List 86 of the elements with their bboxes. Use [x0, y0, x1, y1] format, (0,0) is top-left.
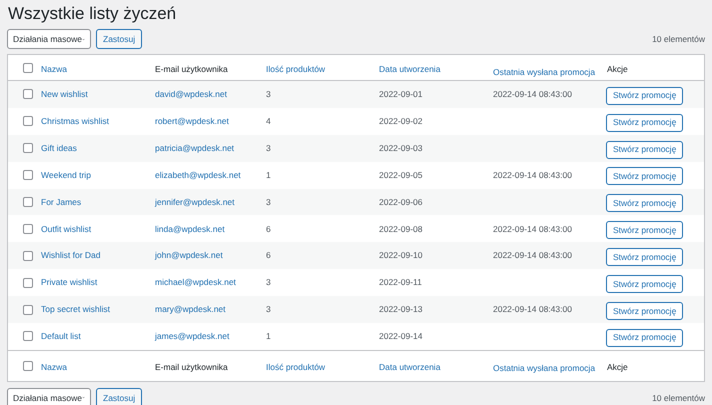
table-cell-text: 3 [265, 196, 272, 208]
create-promotion-button[interactable]: Stwórz promocję [606, 167, 684, 186]
checkbox[interactable] [22, 331, 32, 342]
email-link[interactable]: linda@wpdesk.net [154, 222, 265, 236]
bulk-actions-dropdown[interactable]: Działania masowe [7, 388, 91, 405]
email-link[interactable]: jennifer@wpdesk.net [154, 196, 265, 208]
email-link[interactable]: mary@wpdesk.net [154, 303, 265, 316]
checkbox[interactable] [22, 143, 32, 154]
table-cell-text: 3 [265, 142, 272, 155]
wishlist-link[interactable]: For James [40, 196, 154, 208]
wishlist-link[interactable]: New wishlist [40, 88, 154, 101]
table-cell-text: 2022-09-01 [378, 88, 424, 101]
table-cell-text: 2022-09-02 [378, 114, 424, 128]
apply-button[interactable]: Zastosuj [96, 388, 142, 405]
email-link[interactable]: elizabeth@wpdesk.net [154, 168, 265, 182]
table-cell-text: 2022-09-13 [378, 303, 424, 316]
checkbox[interactable] [22, 170, 32, 180]
table-cell-text: 2022-09-10 [378, 249, 424, 262]
checkbox[interactable] [22, 62, 32, 72]
column-sort-link[interactable]: Ilość produktów [265, 362, 326, 372]
table-cell-text: 6 [265, 249, 272, 262]
create-promotion-button[interactable]: Stwórz promocję [606, 86, 684, 105]
email-link[interactable]: james@wpdesk.net [154, 330, 265, 343]
checkbox[interactable] [22, 250, 32, 261]
table-cell-text: 2022-09-11 [378, 276, 423, 290]
table-cell: 2022-09-14 08:43:00 [493, 304, 572, 314]
checkbox[interactable] [22, 116, 32, 126]
column-header: Akcje [606, 362, 629, 372]
table-cell-text: 3 [265, 276, 272, 290]
email-link[interactable]: robert@wpdesk.net [154, 114, 265, 128]
column-header: E-mail użytkownika [154, 362, 229, 372]
create-promotion-button[interactable]: Stwórz promocję [606, 221, 684, 240]
table-cell-text: 6 [265, 222, 272, 236]
wishlist-link[interactable]: Private wishlist [40, 276, 154, 290]
apply-button[interactable]: Zastosuj [96, 29, 142, 49]
table-cell: 2022-09-14 08:43:00 [493, 89, 572, 100]
table-cell: 2022-09-14 08:43:00 [493, 224, 572, 234]
table-cell-text: 2022-09-08 [378, 222, 424, 236]
bulk-actions-dropdown[interactable]: Działania masowe [7, 29, 91, 49]
column-header: Akcje [606, 64, 629, 74]
item-count: 10 elementów [652, 32, 705, 46]
table-cell: 2022-09-14 08:43:00 [493, 170, 572, 180]
wishlist-link[interactable]: Top secret wishlist [40, 303, 154, 316]
wishlist-link[interactable]: Wishlist for Dad [40, 249, 154, 262]
table-cell: 2022-09-14 08:43:00 [493, 250, 572, 260]
table-cell-text: 2022-09-05 [378, 168, 424, 182]
checkbox[interactable] [22, 224, 32, 234]
create-promotion-button[interactable]: Stwórz promocję [606, 275, 684, 294]
column-sort-link[interactable]: Nazwa [40, 362, 68, 372]
email-link[interactable]: john@wpdesk.net [154, 249, 265, 262]
wishlist-link[interactable]: Gift ideas [40, 142, 154, 155]
column-sort-link[interactable]: Ostatnia wysłana promocja [492, 362, 596, 373]
checkbox[interactable] [22, 278, 32, 288]
table-cell-text: 1 [265, 168, 272, 182]
email-link[interactable]: michael@wpdesk.net [154, 276, 265, 290]
column-header: E-mail użytkownika [154, 64, 229, 74]
table-cell-text: 2022-09-14 [378, 330, 424, 343]
item-count: 10 elementów [652, 392, 705, 404]
table-cell-text: 2022-09-06 [378, 196, 424, 208]
create-promotion-button[interactable]: Stwórz promocję [606, 140, 684, 159]
table-cell-text: 2022-09-03 [378, 142, 424, 155]
column-sort-link[interactable]: Nazwa [40, 64, 68, 74]
column-sort-link[interactable]: Ilość produktów [265, 64, 326, 74]
create-promotion-button[interactable]: Stwórz promocję [606, 194, 684, 212]
column-sort-link[interactable]: Data utworzenia [378, 64, 442, 74]
table-cell-text: 3 [265, 88, 272, 101]
checkbox[interactable] [22, 197, 32, 207]
wishlist-link[interactable]: Christmas wishlist [40, 114, 154, 128]
column-sort-link[interactable]: Ostatnia wysłana promocja [492, 67, 596, 77]
table-cell-text: 1 [265, 330, 272, 343]
wishlist-link[interactable]: Weekend trip [40, 168, 154, 182]
checkbox[interactable] [22, 89, 32, 100]
wishlist-link[interactable]: Outfit wishlist [40, 222, 154, 236]
wishlist-link[interactable]: Default list [40, 330, 154, 343]
column-sort-link[interactable]: Data utworzenia [378, 362, 442, 372]
checkbox[interactable] [22, 360, 32, 371]
create-promotion-button[interactable]: Stwórz promocję [606, 302, 684, 320]
create-promotion-button[interactable]: Stwórz promocję [606, 114, 684, 132]
email-link[interactable]: david@wpdesk.net [154, 88, 265, 101]
page-title: Wszystkie listy życzeń [8, 3, 178, 25]
email-link[interactable]: patricia@wpdesk.net [154, 142, 265, 155]
table-cell-text: 3 [265, 303, 272, 316]
create-promotion-button[interactable]: Stwórz promocję [606, 328, 684, 347]
checkbox[interactable] [22, 304, 32, 315]
table-cell-text: 4 [265, 114, 272, 128]
create-promotion-button[interactable]: Stwórz promocję [606, 248, 684, 266]
